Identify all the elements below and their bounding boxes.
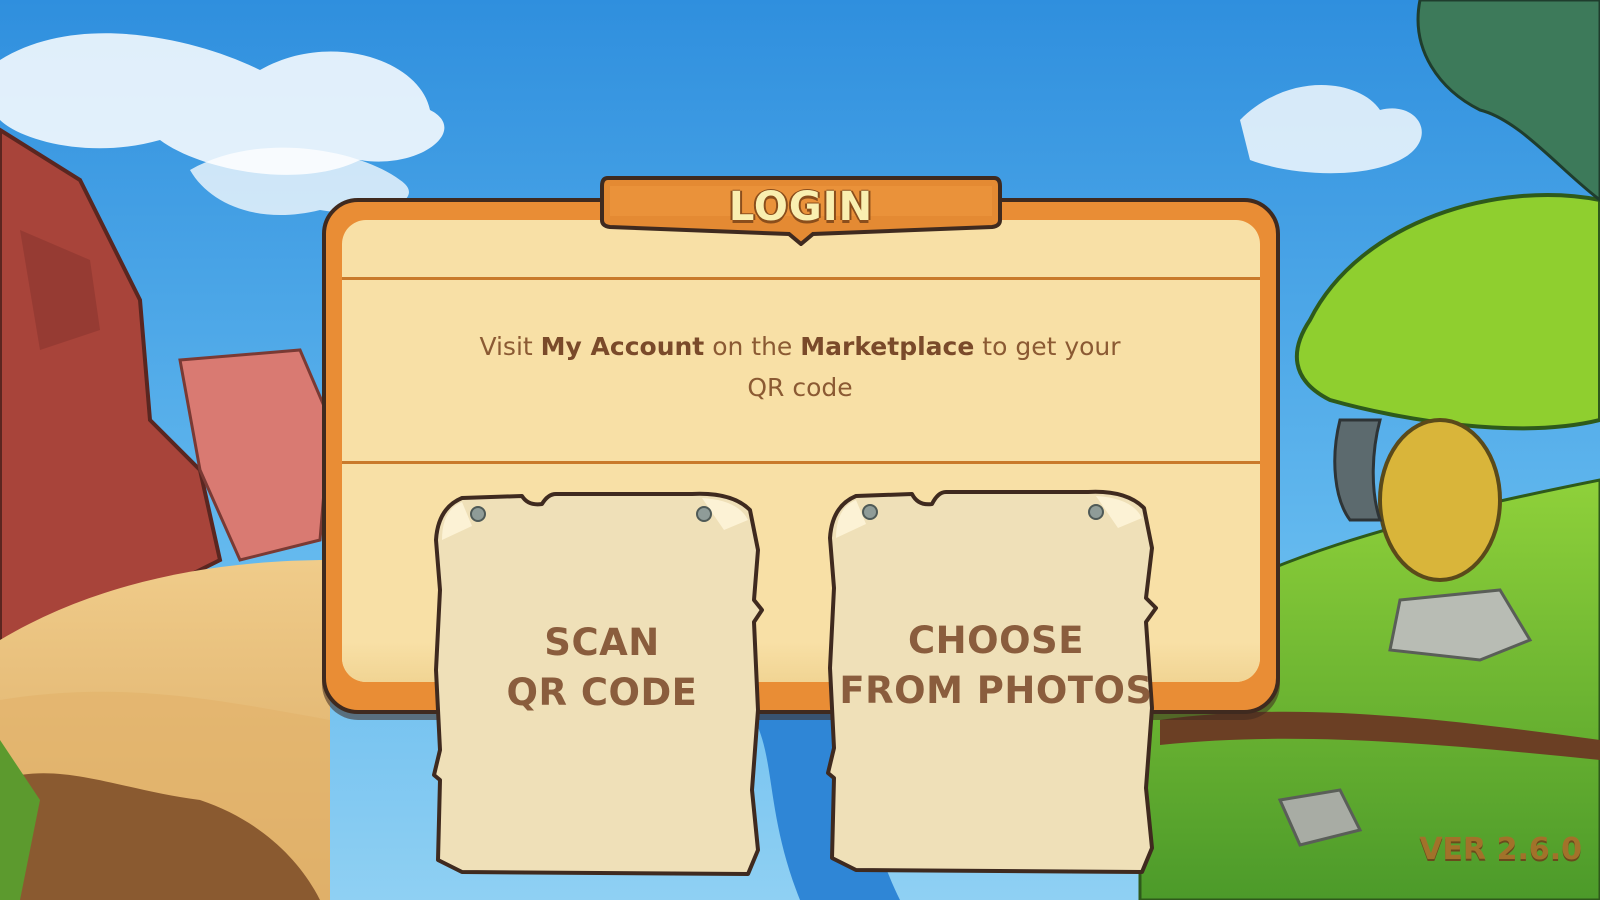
divider — [342, 461, 1260, 464]
marketplace-text: Marketplace — [800, 332, 975, 361]
login-title-banner: LOGIN — [598, 174, 1004, 246]
pin-icon — [1088, 504, 1104, 520]
choose-from-photos-button[interactable]: CHOOSE FROM PHOTOS — [826, 488, 1166, 878]
pin-icon — [696, 506, 712, 522]
scan-button-label: SCAN QR CODE — [506, 621, 698, 714]
my-account-text: My Account — [540, 332, 705, 361]
page-title: LOGIN — [728, 184, 874, 230]
version-label: VER 2.6.0 — [1419, 832, 1582, 867]
pin-icon — [470, 506, 486, 522]
photos-button-label: CHOOSE FROM PHOTOS — [839, 619, 1153, 712]
login-instructions: Visit My Account on the Marketplace to g… — [479, 332, 1121, 402]
scan-qr-code-button[interactable]: SCAN QR CODE — [432, 490, 772, 880]
pin-icon — [862, 504, 878, 520]
divider — [342, 277, 1260, 280]
